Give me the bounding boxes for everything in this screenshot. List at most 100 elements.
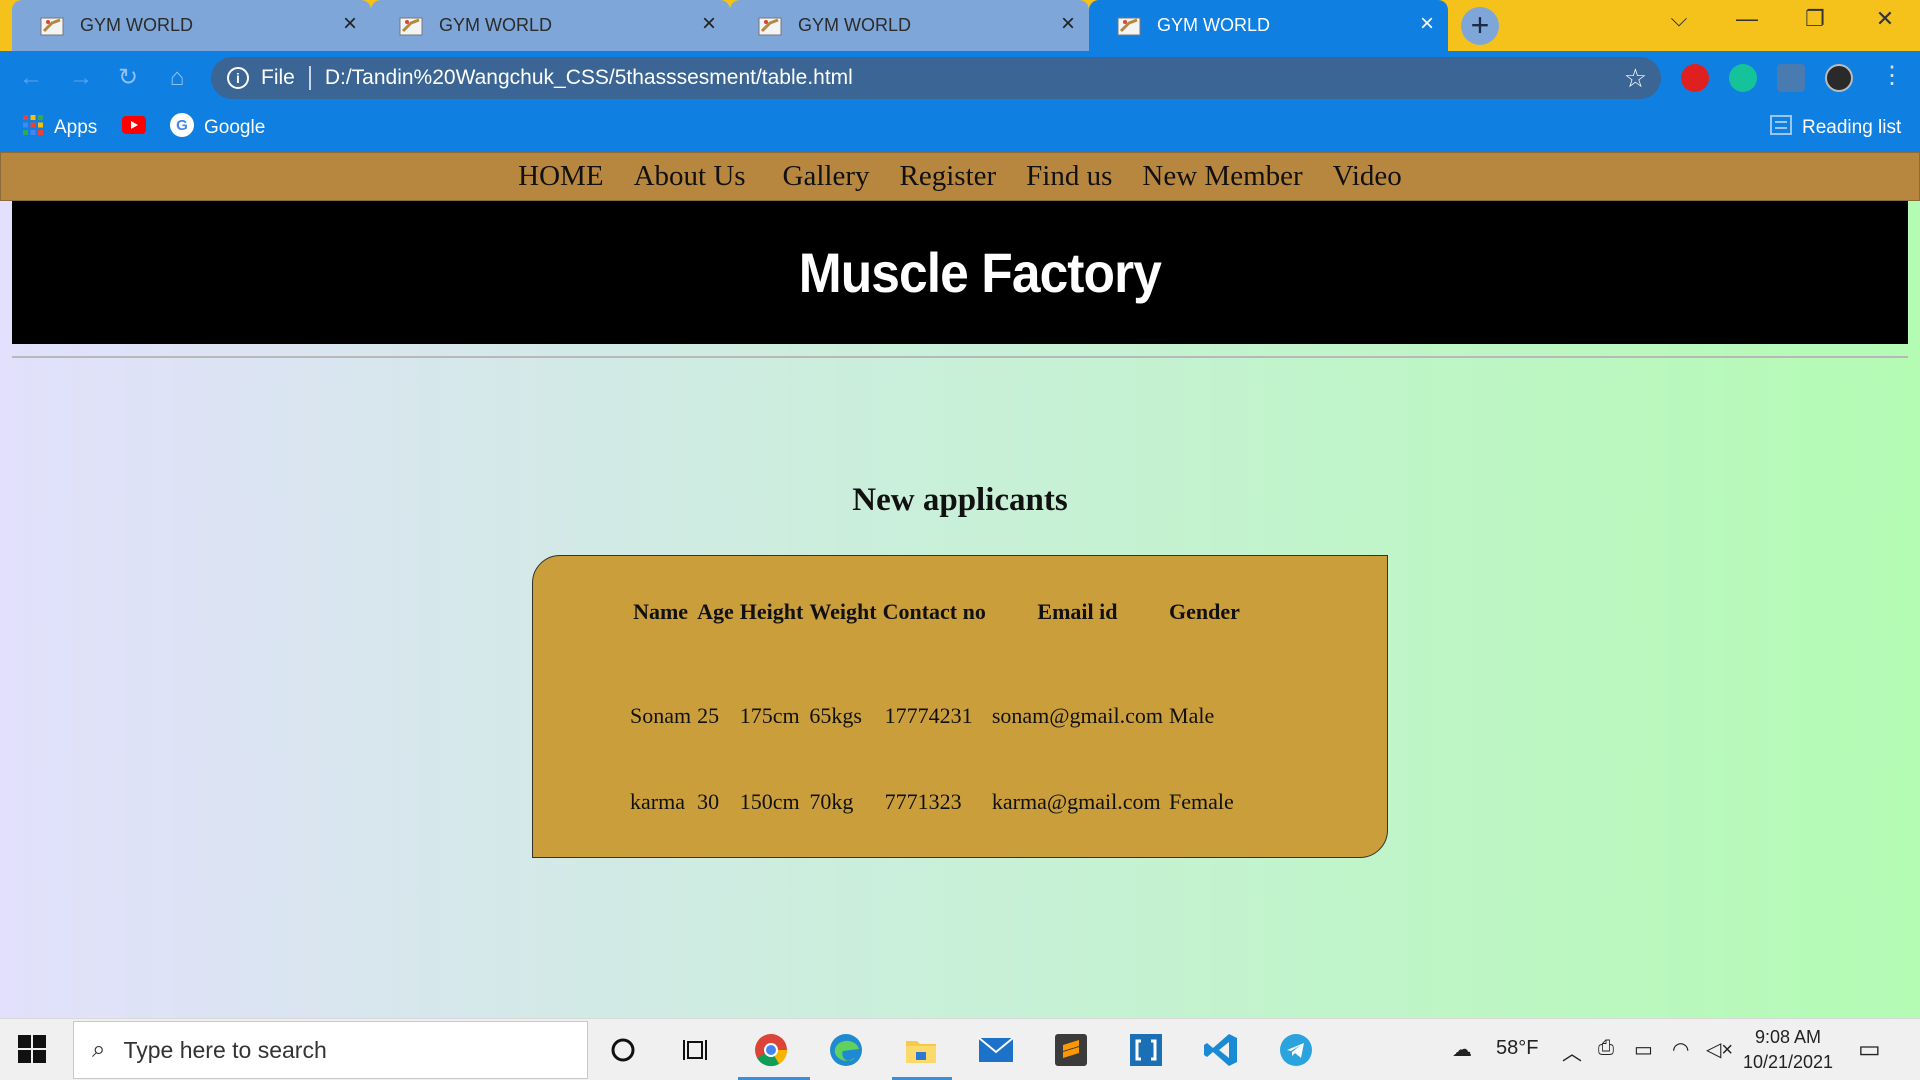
page-viewport: HOME About Us Gallery Register Find us N…: [0, 152, 1920, 1018]
tab-title: GYM WORLD: [1157, 15, 1271, 35]
bookmark-youtube[interactable]: [122, 115, 146, 141]
tab-strip: GYM WORLD × GYM WORLD × GYM WORLD × GYM …: [0, 0, 1920, 51]
table-header-row: Name Age Height Weight Contact no Email …: [627, 598, 1243, 626]
menu-kebab-icon[interactable]: ⋮: [1880, 61, 1904, 90]
vscode-icon[interactable]: [1202, 1031, 1240, 1069]
bookmark-star-icon[interactable]: ☆: [1624, 63, 1647, 94]
edge-icon[interactable]: [827, 1031, 865, 1069]
gym-favicon-icon: [1117, 15, 1143, 37]
site-brand-title: Muscle Factory: [798, 241, 1162, 304]
browser-tab-2[interactable]: GYM WORLD ×: [371, 0, 730, 51]
table-spacer: [627, 730, 1243, 788]
cell-name: Sonam: [630, 703, 692, 728]
meet-now-icon[interactable]: ⎙: [1598, 1037, 1614, 1060]
close-window-button[interactable]: ✕: [1860, 6, 1910, 32]
forward-arrow-icon[interactable]: →: [66, 63, 96, 93]
gym-favicon-icon: [40, 15, 66, 37]
cell-name: karma: [630, 789, 685, 814]
cell-weight: 70kg: [809, 789, 854, 814]
browser-tab-3[interactable]: GYM WORLD ×: [730, 0, 1089, 51]
search-placeholder: Type here to search: [123, 1036, 327, 1063]
battery-icon[interactable]: ▭: [1634, 1037, 1653, 1062]
wifi-icon[interactable]: ◠: [1672, 1037, 1689, 1062]
nav-gallery[interactable]: Gallery: [783, 160, 870, 193]
tray-chevron-up-icon[interactable]: ︿: [1562, 1037, 1582, 1066]
restore-button[interactable]: ❐: [1790, 6, 1840, 32]
weather-temperature[interactable]: 58°F: [1496, 1037, 1538, 1060]
profile-avatar[interactable]: [1825, 64, 1853, 92]
table-row: Sonam 25 175cm 65kgs 17774231 sonam@gmai…: [627, 702, 1243, 730]
sublime-text-icon[interactable]: [1052, 1031, 1090, 1069]
apps-label: Apps: [54, 117, 98, 138]
task-view-icon[interactable]: [677, 1031, 715, 1069]
windows-taskbar: ⌕ Type here to search ☁ 58°F ︿ ⎙ ▭ ◠ ◁× …: [0, 1018, 1920, 1080]
gym-favicon-icon: [758, 15, 784, 37]
info-icon[interactable]: i: [227, 67, 249, 89]
svg-text:G: G: [176, 117, 188, 134]
nav-find-us[interactable]: Find us: [1026, 160, 1112, 193]
windows-start-icon[interactable]: [18, 1035, 48, 1065]
site-navigation: HOME About Us Gallery Register Find us N…: [0, 152, 1920, 201]
close-tab-icon[interactable]: ×: [1420, 12, 1434, 36]
close-tab-icon[interactable]: ×: [702, 12, 716, 36]
address-bar[interactable]: i File D:/Tandin%20Wangchuk_CSS/5thassse…: [211, 57, 1661, 99]
tab-title: GYM WORLD: [439, 15, 553, 35]
tab-search-chevron-icon[interactable]: ⌵: [1654, 6, 1704, 32]
clock-date: 10/21/2021: [1742, 1052, 1834, 1072]
header-name: Name: [633, 599, 689, 624]
nav-video[interactable]: Video: [1333, 160, 1402, 193]
reading-list[interactable]: Reading list: [1770, 115, 1901, 141]
cortana-icon[interactable]: [604, 1031, 642, 1069]
bookmark-apps[interactable]: Apps: [22, 115, 97, 141]
header-age: Age: [697, 599, 734, 624]
mail-icon[interactable]: [977, 1031, 1015, 1069]
weather-cloud-icon[interactable]: ☁: [1452, 1037, 1472, 1062]
cell-contact: 7771323: [884, 789, 962, 814]
notification-center-icon[interactable]: ▭: [1858, 1035, 1881, 1064]
apps-grid-icon: [22, 114, 44, 142]
chrome-icon[interactable]: [752, 1031, 790, 1069]
bookmark-google[interactable]: G Google: [170, 113, 265, 143]
back-arrow-icon[interactable]: ←: [16, 63, 46, 93]
browser-tab-4-active[interactable]: GYM WORLD ×: [1089, 0, 1448, 51]
table-spacer: [627, 626, 1243, 702]
nav-register[interactable]: Register: [900, 160, 997, 193]
brackets-icon[interactable]: [1127, 1031, 1165, 1069]
site-header-banner: Muscle Factory: [12, 201, 1908, 344]
browser-toolbar: ← → ↻ ⌂ i File D:/Tandin%20Wangchuk_CSS/…: [0, 51, 1920, 105]
close-tab-icon[interactable]: ×: [1061, 12, 1075, 36]
cell-contact: 17774231: [884, 703, 973, 728]
reload-icon[interactable]: ↻: [113, 63, 143, 93]
header-gender: Gender: [1169, 599, 1240, 624]
file-explorer-icon[interactable]: [902, 1031, 940, 1069]
nav-home[interactable]: HOME: [518, 160, 603, 193]
gym-favicon-icon: [399, 15, 425, 37]
address-divider: [308, 66, 311, 90]
header-weight: Weight: [809, 599, 877, 624]
browser-tab-1[interactable]: GYM WORLD ×: [12, 0, 371, 51]
youtube-icon: [122, 116, 146, 140]
system-clock[interactable]: 9:08 AM 10/21/2021: [1720, 1025, 1856, 1075]
header-email: Email id: [1037, 599, 1118, 624]
extensions-puzzle-icon[interactable]: [1777, 64, 1805, 92]
nav-new-member[interactable]: New Member: [1142, 160, 1302, 193]
tab-title: GYM WORLD: [798, 15, 912, 35]
table-row: karma 30 150cm 70kg 7771323 karma@gmail.…: [627, 788, 1243, 816]
google-icon: G: [170, 113, 194, 143]
reading-list-label: Reading list: [1802, 117, 1902, 138]
grammarly-extension-icon[interactable]: [1729, 64, 1757, 92]
taskbar-search-input[interactable]: ⌕ Type here to search: [73, 1021, 588, 1079]
nav-about-us[interactable]: About Us: [634, 160, 746, 193]
new-tab-button[interactable]: +: [1461, 7, 1499, 45]
cell-email: sonam@gmail.com: [991, 703, 1164, 728]
close-tab-icon[interactable]: ×: [343, 12, 357, 36]
cell-weight: 65kgs: [809, 703, 862, 728]
telegram-icon[interactable]: [1277, 1031, 1315, 1069]
home-icon[interactable]: ⌂: [162, 63, 192, 93]
url-text[interactable]: D:/Tandin%20Wangchuk_CSS/5thasssesment/t…: [325, 66, 853, 90]
adblock-extension-icon[interactable]: [1681, 64, 1709, 92]
cell-age: 30: [697, 789, 720, 814]
bookmarks-bar: Apps G Google Reading list: [0, 105, 1920, 152]
cell-height: 150cm: [739, 789, 800, 814]
minimize-button[interactable]: —: [1722, 6, 1772, 32]
